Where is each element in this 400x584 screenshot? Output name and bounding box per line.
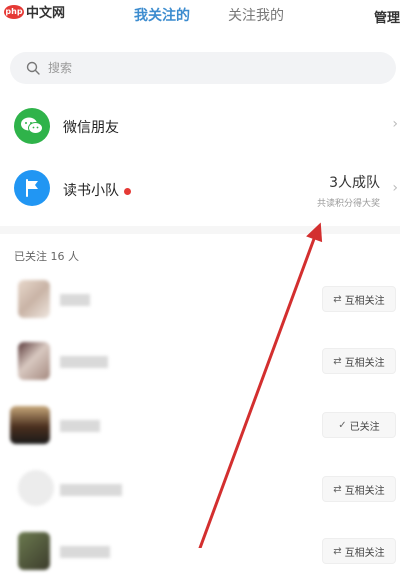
mutual-follow-button[interactable]: ⇄ 互相关注 <box>322 538 396 564</box>
swap-arrows-icon: ⇄ <box>333 545 342 557</box>
user-row[interactable]: ⇄ 互相关注 <box>0 524 400 584</box>
follow-button-label: 互相关注 <box>344 485 385 497</box>
reading-team-entry[interactable]: 读书小队 3人成队 共读积分得大奖 › <box>0 166 400 222</box>
avatar[interactable] <box>18 470 54 506</box>
mutual-follow-button[interactable]: ⇄ 互相关注 <box>322 286 396 312</box>
section-divider <box>0 226 400 234</box>
user-row[interactable]: ✓ 已关注 <box>0 398 400 458</box>
team-size-text: 3人成队 <box>329 175 380 191</box>
swap-arrows-icon: ⇄ <box>333 293 342 305</box>
mutual-follow-button[interactable]: ⇄ 互相关注 <box>322 476 396 502</box>
avatar[interactable] <box>18 342 50 380</box>
wechat-friends-entry[interactable]: 微信朋友 › <box>0 102 400 158</box>
follow-button-label: 互相关注 <box>344 295 385 307</box>
wechat-friends-label: 微信朋友 <box>63 120 119 136</box>
user-name-blurred <box>60 356 108 368</box>
followed-button[interactable]: ✓ 已关注 <box>322 412 396 438</box>
php-watermark-logo: php 中文网 <box>4 2 65 21</box>
user-name-blurred <box>60 484 122 496</box>
user-name-blurred <box>60 294 90 306</box>
flag-icon <box>14 170 50 206</box>
avatar[interactable] <box>10 406 50 444</box>
search-bar[interactable] <box>10 52 396 84</box>
user-row[interactable]: ⇄ 互相关注 <box>0 272 400 332</box>
mutual-follow-button[interactable]: ⇄ 互相关注 <box>322 348 396 374</box>
chevron-right-icon: › <box>392 180 398 196</box>
reading-team-label: 读书小队 <box>63 180 131 200</box>
follow-button-label: 互相关注 <box>344 357 385 369</box>
follow-button-label: 已关注 <box>349 421 380 433</box>
swap-arrows-icon: ⇄ <box>333 483 342 495</box>
wechat-icon <box>14 108 50 144</box>
watermark-text: 中文网 <box>26 6 66 21</box>
avatar[interactable] <box>18 280 50 318</box>
search-icon <box>26 61 40 75</box>
search-input[interactable] <box>46 60 350 76</box>
follow-button-label: 互相关注 <box>344 547 385 559</box>
tab-followers[interactable]: 关注我的 <box>228 5 284 25</box>
chevron-right-icon: › <box>392 116 398 132</box>
user-row[interactable]: ⇄ 互相关注 <box>0 462 400 522</box>
team-reward-text: 共读积分得大奖 <box>316 199 380 209</box>
red-dot-badge <box>124 187 131 195</box>
user-name-blurred <box>60 420 100 432</box>
manage-button[interactable]: 管理 <box>374 7 400 26</box>
reading-team-text: 读书小队 <box>63 183 119 199</box>
tab-following[interactable]: 我关注的 <box>134 5 190 25</box>
avatar[interactable] <box>18 532 50 570</box>
following-count-title: 已关注 16 人 <box>14 250 79 263</box>
php-badge: php <box>4 4 24 19</box>
check-icon: ✓ <box>338 419 347 431</box>
swap-arrows-icon: ⇄ <box>333 355 342 367</box>
user-row[interactable]: ⇄ 互相关注 <box>0 334 400 394</box>
